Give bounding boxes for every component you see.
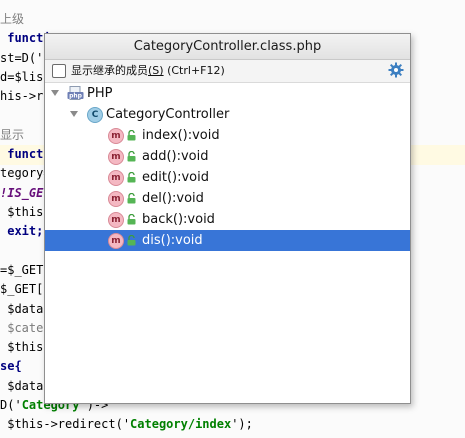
code-line: 上级 — [0, 9, 24, 29]
expand-arrow-icon[interactable] — [51, 90, 59, 96]
code-token: D(' — [0, 398, 22, 412]
popup-title: CategoryController.class.php — [45, 34, 410, 60]
tree-node-method[interactable]: m edit():void — [45, 167, 410, 188]
code-token: $categ — [0, 320, 51, 335]
code-line: functi — [0, 28, 51, 48]
method-icon: m — [108, 170, 124, 186]
expand-arrow-icon[interactable] — [70, 111, 78, 117]
code-token: $this->redirect(' — [0, 417, 131, 432]
tree-node-method[interactable]: m back():void — [45, 209, 410, 230]
tree-node-php[interactable]: php PHP — [45, 83, 410, 104]
public-lock-icon — [127, 172, 136, 183]
code-token: !IS_GE — [0, 185, 44, 200]
code-line: $categ — [0, 318, 51, 338]
tree-node-class-label: CategoryController — [106, 107, 230, 122]
tree-node-method-label: back():void — [142, 212, 215, 227]
public-lock-icon — [127, 130, 136, 141]
code-token: 显示 — [0, 127, 25, 142]
php-file-icon: php — [67, 86, 84, 100]
code-line: !IS_GE — [0, 183, 43, 203]
tree-node-class[interactable]: C CategoryController — [45, 104, 410, 125]
public-lock-icon — [127, 151, 136, 162]
tree-node-method-label: edit():void — [142, 170, 209, 185]
code-line: $this->redirect('Category/index'); — [0, 414, 253, 434]
public-lock-icon — [127, 193, 136, 204]
public-lock-icon — [127, 214, 136, 225]
tree-node-method-label: index():void — [142, 128, 220, 143]
code-token: $_GET[' — [0, 282, 51, 297]
code-line: functi — [0, 144, 51, 164]
method-icon: m — [108, 149, 124, 165]
method-icon: m — [108, 128, 124, 144]
code-line: exit; — [0, 221, 43, 241]
gear-icon[interactable] — [388, 62, 404, 78]
code-token: se{ — [0, 359, 22, 374]
tree-node-method-label: dis():void — [142, 233, 203, 248]
tree-node-php-label: PHP — [87, 86, 113, 101]
show-inherited-checkbox[interactable] — [52, 64, 66, 78]
method-icon: m — [108, 191, 124, 207]
tree-node-method[interactable]: m dis():void — [45, 230, 410, 251]
file-structure-popup[interactable]: CategoryController.class.php 显示继承的成员(S) … — [44, 33, 411, 404]
tree-node-method[interactable]: m del():void — [45, 188, 410, 209]
public-lock-icon — [127, 235, 136, 246]
method-icon: m — [108, 233, 124, 249]
tree-node-method[interactable]: m index():void — [45, 125, 410, 146]
code-token: 上级 — [0, 12, 25, 26]
code-token: Category/index — [130, 417, 232, 432]
code-token: functi — [0, 31, 51, 46]
code-line: 显示 — [0, 125, 24, 145]
tree-node-method-label: add():void — [142, 149, 209, 164]
class-icon: C — [87, 107, 103, 123]
show-inherited-label[interactable]: 显示继承的成员(S) (Ctrl+F12) — [71, 60, 225, 82]
options-bar: 显示继承的成员(S) (Ctrl+F12) — [45, 60, 410, 83]
code-token: st=D(' — [0, 50, 44, 65]
code-line: se{ — [0, 356, 22, 376]
method-icon: m — [108, 212, 124, 228]
code-line: $_GET[' — [0, 279, 51, 299]
tree-node-method[interactable]: m add():void — [45, 146, 410, 167]
tree-node-method-label: del():void — [142, 191, 204, 206]
code-token: exit; — [0, 224, 44, 239]
code-token: functi — [0, 147, 51, 162]
svg-text:php: php — [69, 93, 83, 100]
code-token: '); — [231, 417, 253, 432]
code-line: st=D('c — [0, 48, 51, 68]
